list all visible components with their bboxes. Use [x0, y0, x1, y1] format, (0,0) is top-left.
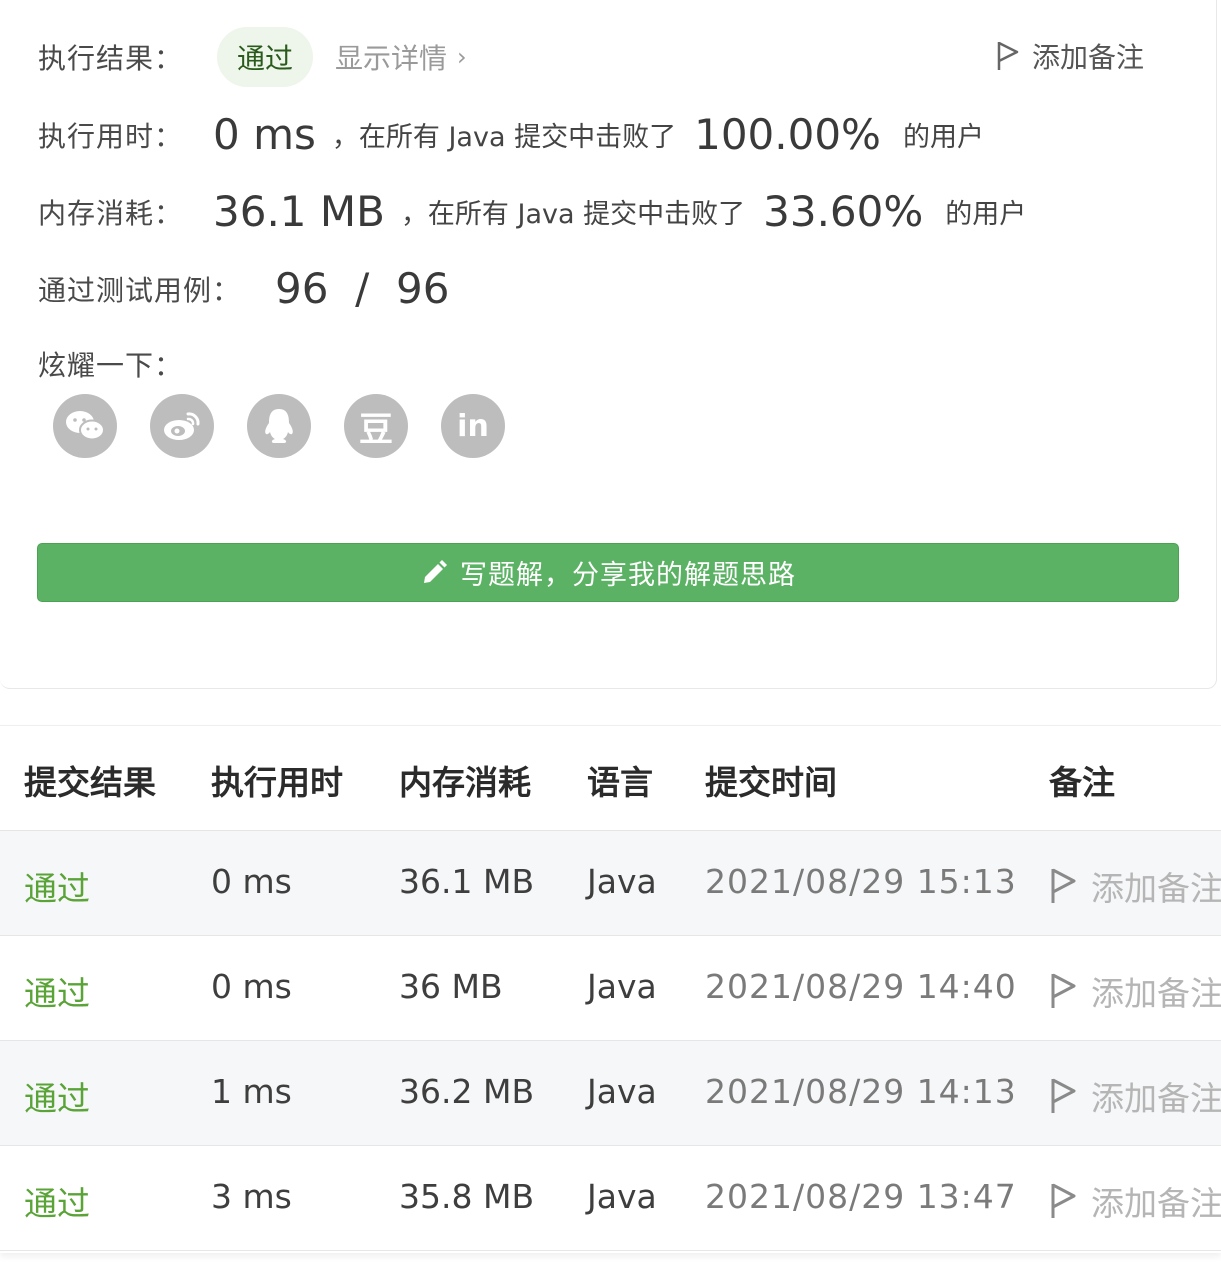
row-runtime: 3 ms — [211, 1177, 292, 1216]
wechat-icon[interactable] — [53, 394, 117, 458]
show-details-link[interactable]: 显示详情 › — [335, 37, 467, 77]
table-header: 提交结果 执行用时 内存消耗 语言 提交时间 备注 — [0, 726, 1221, 831]
show-details-label: 显示详情 — [335, 42, 448, 75]
header-memory[interactable]: 内存消耗 — [399, 756, 531, 804]
qq-icon[interactable] — [247, 394, 311, 458]
row-memory: 36.1 MB — [399, 862, 535, 901]
write-solution-label: 写题解，分享我的解题思路 — [460, 560, 796, 591]
runtime-suffix: 的用户 — [902, 122, 984, 153]
table-row[interactable]: 通过 0 ms 36 MB Java 2021/08/29 14:40 添加备注 — [0, 936, 1221, 1041]
submissions-table: 提交结果 执行用时 内存消耗 语言 提交时间 备注 通过 0 ms 36.1 M… — [0, 725, 1221, 1253]
row-status[interactable]: 通过 — [24, 1072, 90, 1120]
row-add-note[interactable]: 添加备注 — [1049, 1177, 1221, 1225]
row-language: Java — [587, 967, 657, 1006]
testcases-label: 通过测试用例： — [38, 273, 242, 307]
runtime-label: 执行用时： — [38, 119, 184, 153]
douban-icon[interactable]: 豆 — [344, 394, 408, 458]
result-label: 执行结果： — [38, 42, 184, 75]
status-badge: 通过 — [217, 27, 314, 87]
row-language: Java — [587, 1072, 657, 1111]
testcases-row: 通过测试用例： 96 / 96 — [38, 264, 449, 313]
share-icons: 豆 in — [53, 394, 538, 458]
header-note: 备注 — [1049, 763, 1115, 802]
table-row[interactable]: 通过 1 ms 36.2 MB Java 2021/08/29 14:13 添加… — [0, 1041, 1221, 1146]
header-time[interactable]: 提交时间 — [705, 756, 837, 804]
wechat-glyph — [66, 411, 105, 441]
weibo-glyph — [164, 412, 200, 440]
weibo-icon[interactable] — [150, 394, 214, 458]
header-status[interactable]: 提交结果 — [24, 756, 156, 804]
result-row: 执行结果： 通过 显示详情 › — [38, 27, 467, 87]
flag-icon — [1051, 1183, 1076, 1218]
add-note-button[interactable]: 添加备注 — [996, 36, 1144, 76]
linkedin-glyph: in — [457, 408, 489, 444]
testcases-value: 96 / 96 — [275, 264, 450, 313]
runtime-row: 执行用时： 0 ms ，在所有 Java 提交中击败了 100.00% 的用户 — [38, 110, 984, 159]
flag-icon — [1051, 973, 1076, 1008]
memory-value: 36.1 MB — [213, 187, 385, 236]
row-memory: 36.2 MB — [399, 1072, 535, 1111]
memory-suffix: 的用户 — [945, 199, 1027, 230]
qq-glyph — [265, 409, 293, 443]
row-runtime: 0 ms — [211, 967, 292, 1006]
runtime-beat-text: ，在所有 Java 提交中击败了 — [331, 122, 677, 153]
chevron-right-icon: › — [457, 43, 467, 71]
table-row[interactable]: 通过 3 ms 35.8 MB Java 2021/08/29 13:47 添加… — [0, 1146, 1221, 1251]
row-runtime: 0 ms — [211, 862, 292, 901]
row-runtime: 1 ms — [211, 1072, 292, 1111]
runtime-value: 0 ms — [213, 110, 316, 159]
row-memory: 36 MB — [399, 967, 503, 1006]
result-card: 执行结果： 通过 显示详情 › 添加备注 执行用时： 0 ms ，在所有 Jav… — [0, 0, 1217, 689]
row-status[interactable]: 通过 — [24, 1177, 90, 1225]
row-status[interactable]: 通过 — [24, 967, 90, 1015]
memory-percent: 33.60% — [763, 187, 924, 236]
header-language[interactable]: 语言 — [587, 756, 653, 804]
memory-label: 内存消耗： — [38, 196, 184, 230]
row-note-label: 添加备注 — [1091, 974, 1221, 1013]
row-time: 2021/08/29 14:13 — [705, 1072, 1017, 1111]
row-time: 2021/08/29 14:40 — [705, 967, 1017, 1006]
write-solution-button[interactable]: 写题解，分享我的解题思路 — [37, 543, 1179, 602]
share-label: 炫耀一下： — [38, 349, 184, 382]
runtime-percent: 100.00% — [694, 110, 881, 159]
row-note-label: 添加备注 — [1091, 869, 1221, 908]
linkedin-icon[interactable]: in — [441, 394, 505, 458]
row-time: 2021/08/29 15:13 — [705, 862, 1017, 901]
header-runtime[interactable]: 执行用时 — [211, 756, 343, 804]
row-note-label: 添加备注 — [1091, 1079, 1221, 1118]
row-time: 2021/08/29 13:47 — [705, 1177, 1017, 1216]
row-memory: 35.8 MB — [399, 1177, 535, 1216]
memory-row: 内存消耗： 36.1 MB ，在所有 Java 提交中击败了 33.60% 的用… — [38, 187, 1026, 236]
row-language: Java — [587, 1177, 657, 1216]
row-add-note[interactable]: 添加备注 — [1049, 862, 1221, 910]
row-add-note[interactable]: 添加备注 — [1049, 1072, 1221, 1120]
flag-icon — [1051, 868, 1076, 903]
pencil-icon — [424, 559, 447, 583]
share-row-label: 炫耀一下： — [38, 344, 183, 384]
row-add-note[interactable]: 添加备注 — [1049, 967, 1221, 1015]
row-language: Java — [587, 862, 657, 901]
memory-beat-text: ，在所有 Java 提交中击败了 — [400, 199, 746, 230]
row-note-label: 添加备注 — [1091, 1184, 1221, 1223]
add-note-label: 添加备注 — [1031, 41, 1144, 74]
flag-icon — [1051, 1078, 1076, 1113]
row-status[interactable]: 通过 — [24, 862, 90, 910]
flag-icon — [997, 41, 1019, 70]
table-row[interactable]: 通过 0 ms 36.1 MB Java 2021/08/29 15:13 添加… — [0, 831, 1221, 936]
douban-glyph: 豆 — [359, 409, 393, 450]
